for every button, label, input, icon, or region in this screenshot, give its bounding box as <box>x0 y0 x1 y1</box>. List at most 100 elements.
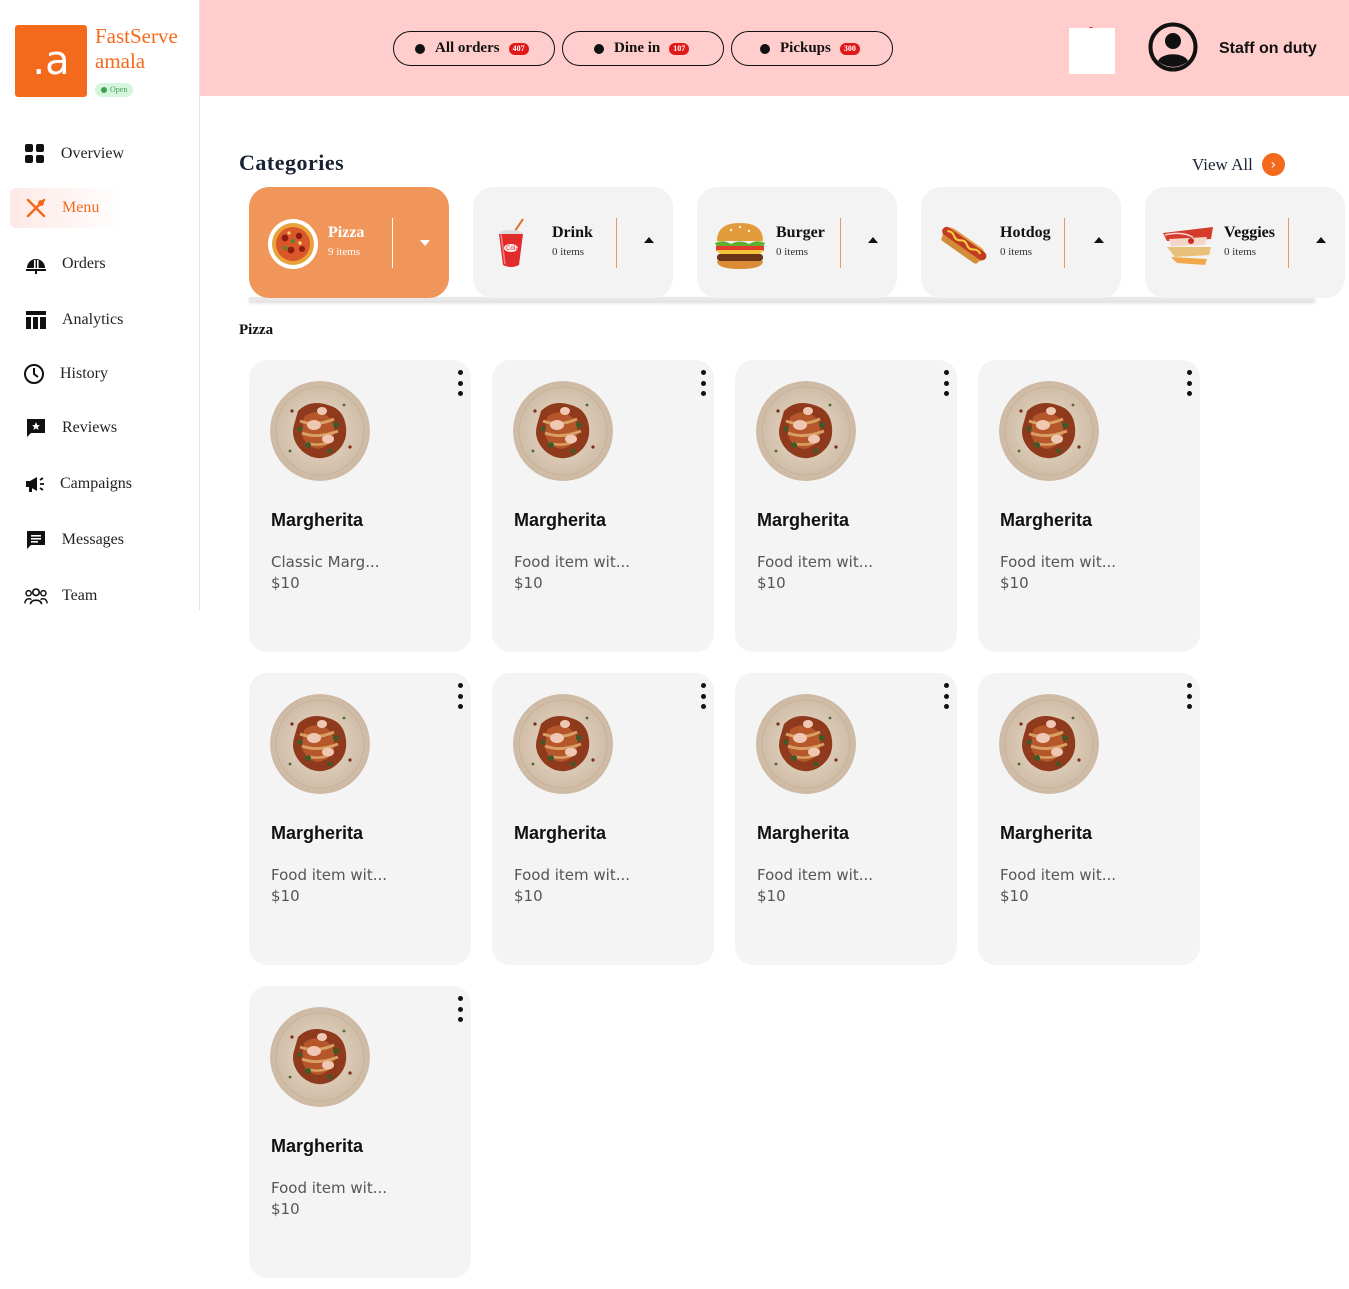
staff-label: Staff on duty <box>1219 40 1317 57</box>
sidebar-item-history[interactable]: History <box>10 354 124 394</box>
more-options-icon[interactable] <box>942 683 950 709</box>
more-options-icon[interactable] <box>456 996 464 1022</box>
item-name: Margherita <box>514 823 607 843</box>
more-options-icon[interactable] <box>942 370 950 396</box>
menu-item-card[interactable]: Margherita Food item wit... $10 <box>735 360 957 652</box>
menu-item-card[interactable]: Margherita Food item wit... $10 <box>978 673 1200 965</box>
caret-down-icon[interactable] <box>420 240 430 246</box>
category-count: 0 items <box>552 246 585 258</box>
filter-all-orders[interactable]: All orders 407 <box>393 31 555 66</box>
dot-icon <box>760 43 770 54</box>
burger-icon <box>713 217 767 271</box>
brand-name-line1: FastServe <box>95 24 178 48</box>
category-name: Hotdog <box>1000 224 1051 241</box>
more-options-icon[interactable] <box>699 370 707 396</box>
menu-item-card[interactable]: Margherita Food item wit... $10 <box>978 360 1200 652</box>
more-options-icon[interactable] <box>456 683 464 709</box>
category-card-burger[interactable]: Burger 0 items <box>697 187 897 298</box>
caret-up-icon[interactable] <box>644 237 654 243</box>
team-icon <box>24 584 48 608</box>
menu-item-card[interactable]: Margherita Food item wit... $10 <box>735 673 957 965</box>
category-count: 9 items <box>328 246 361 258</box>
pill-label: Pickups <box>780 40 831 56</box>
section-label: Pizza <box>239 322 274 338</box>
sidebar-item-messages[interactable]: Messages <box>10 520 124 560</box>
category-divider <box>616 218 617 268</box>
food-image <box>513 381 613 481</box>
clock-icon <box>22 362 46 386</box>
item-price: $10 <box>514 887 543 905</box>
sidebar-item-reviews[interactable]: Reviews <box>10 408 124 448</box>
sidebar-item-label: Menu <box>62 199 100 216</box>
table-icon <box>24 308 48 332</box>
dot-icon <box>594 43 604 54</box>
drink-icon: Cola <box>489 217 543 271</box>
item-description: Food item wit... <box>1000 866 1117 884</box>
caret-up-icon[interactable] <box>1316 237 1326 243</box>
sidebar-item-analytics[interactable]: Analytics <box>10 300 124 340</box>
pizza-icon <box>267 218 321 272</box>
category-name: Veggies <box>1224 224 1275 241</box>
item-price: $10 <box>757 574 786 592</box>
food-image <box>756 694 856 794</box>
chevron-right-icon: › <box>1261 153 1285 176</box>
count-badge: 407 <box>508 42 529 55</box>
food-image <box>756 381 856 481</box>
notification-button[interactable] <box>1069 28 1115 74</box>
category-card-veggies[interactable]: Veggies 0 items <box>1145 187 1345 298</box>
sidebar-item-campaigns[interactable]: Campaigns <box>10 464 132 504</box>
category-divider <box>1064 218 1065 268</box>
sidebar-item-label: Team <box>62 587 98 604</box>
brand[interactable]: .a FastServe amala Open <box>15 24 178 99</box>
item-description: Food item wit... <box>514 553 631 571</box>
veggies-icon <box>1161 217 1215 271</box>
menu-item-card[interactable]: Margherita Food item wit... $10 <box>249 673 471 965</box>
sidebar-item-orders[interactable]: Orders <box>10 244 124 284</box>
item-price: $10 <box>757 887 786 905</box>
item-name: Margherita <box>514 510 607 530</box>
category-count: 0 items <box>776 246 809 258</box>
sidebar-item-team[interactable]: Team <box>10 576 124 616</box>
item-price: $10 <box>1000 574 1029 592</box>
food-image <box>270 694 370 794</box>
item-description: Food item wit... <box>271 1179 388 1197</box>
menu-item-card[interactable]: Margherita Classic Marg... $10 <box>249 360 471 652</box>
food-image <box>270 381 370 481</box>
more-options-icon[interactable] <box>699 683 707 709</box>
item-name: Margherita <box>757 510 850 530</box>
brand-logo: .a <box>15 25 87 97</box>
view-all-label: View All <box>1192 154 1253 174</box>
more-options-icon[interactable] <box>1185 370 1193 396</box>
caret-up-icon[interactable] <box>868 237 878 243</box>
category-card-hotdog[interactable]: Hotdog 0 items <box>921 187 1121 298</box>
sidebar-item-label: Overview <box>60 145 124 162</box>
item-description: Classic Marg... <box>271 553 380 571</box>
category-card-pizza[interactable]: Pizza 9 items <box>249 187 449 298</box>
item-description: Food item wit... <box>757 866 874 884</box>
category-card-drink[interactable]: Cola Drink 0 items <box>473 187 673 298</box>
review-icon <box>24 416 48 440</box>
more-options-icon[interactable] <box>1185 683 1193 709</box>
grid-icon <box>24 142 47 166</box>
menu-item-card[interactable]: Margherita Food item wit... $10 <box>492 360 714 652</box>
menu-item-card[interactable]: Margherita Food item wit... $10 <box>249 986 471 1278</box>
sidebar-item-overview[interactable]: Overview <box>10 134 124 174</box>
sidebar-item-menu[interactable]: Menu <box>10 188 124 228</box>
sidebar-item-label: History <box>60 365 108 382</box>
filter-pickups[interactable]: Pickups 300 <box>731 31 893 66</box>
cloche-icon <box>24 252 48 276</box>
menu-item-card[interactable]: Margherita Food item wit... $10 <box>492 673 714 965</box>
item-price: $10 <box>271 887 300 905</box>
item-price: $10 <box>1000 887 1029 905</box>
category-count: 0 items <box>1000 246 1033 258</box>
filter-dine-in[interactable]: Dine in 107 <box>562 31 724 66</box>
page-title: Categories <box>239 150 345 175</box>
status-dot-icon <box>101 87 107 93</box>
category-divider <box>840 218 841 268</box>
brand-name-line2: amala <box>95 49 146 73</box>
view-all-link[interactable]: View All › <box>1192 153 1285 176</box>
caret-up-icon[interactable] <box>1094 237 1104 243</box>
more-options-icon[interactable] <box>456 370 464 396</box>
avatar[interactable] <box>1148 22 1198 72</box>
status-label: Open <box>110 85 128 94</box>
